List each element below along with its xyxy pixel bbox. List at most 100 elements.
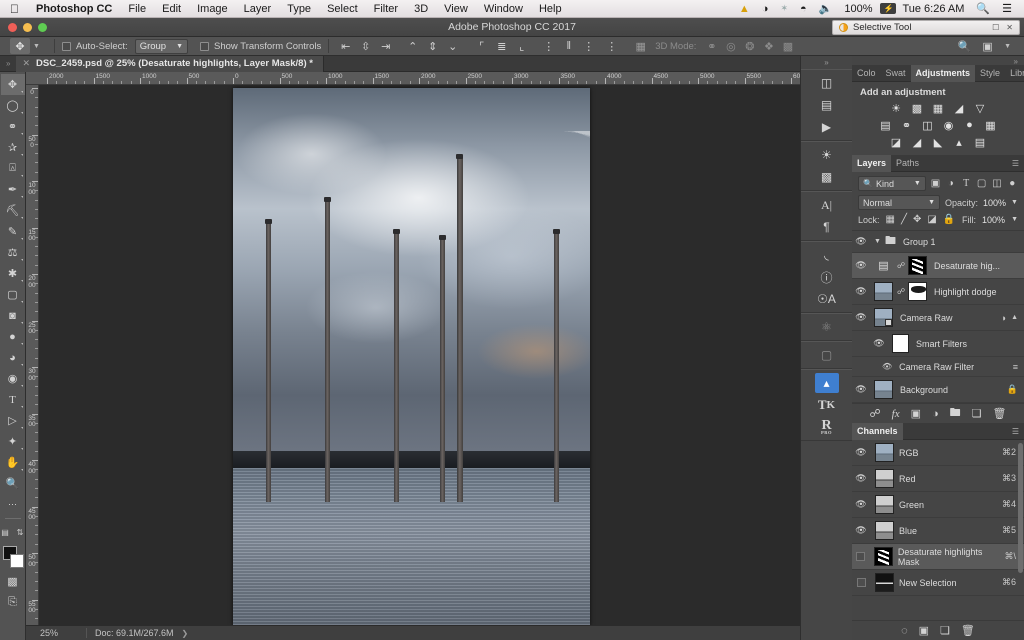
mask-link-icon[interactable]: ☍ bbox=[897, 261, 904, 270]
levels-icon[interactable]: ▩ bbox=[909, 101, 925, 115]
hue-saturation-icon[interactable]: ▤ bbox=[878, 118, 894, 132]
align-horizontal-centers-icon[interactable]: ⇳ bbox=[356, 38, 375, 55]
layer-mask-thumbnail[interactable] bbox=[908, 256, 927, 275]
lock-image-pixels-icon[interactable]: ╱ bbox=[901, 214, 907, 225]
filter-shape-icon[interactable]: ▢ bbox=[976, 178, 987, 189]
marquee-tool[interactable]: ◯ bbox=[1, 95, 25, 116]
add-layer-mask-icon[interactable]: ▣ bbox=[911, 407, 921, 420]
blur-tool[interactable]: ● bbox=[1, 326, 25, 347]
gradient-tool[interactable]: ◙ bbox=[1, 305, 25, 326]
bluetooth-icon[interactable]: ✶ bbox=[774, 3, 794, 14]
brush-tool[interactable]: ✎ bbox=[1, 221, 25, 242]
channel-mixer-icon[interactable]: ● bbox=[962, 118, 978, 132]
brightness-contrast-icon[interactable]: ☀ bbox=[888, 101, 904, 115]
workspace-chevron-down-icon[interactable]: ▼ bbox=[1001, 43, 1018, 50]
gradient-map-icon[interactable]: ▴ bbox=[951, 135, 967, 149]
tab-color[interactable]: Colo bbox=[852, 65, 881, 82]
distribute-top-icon[interactable]: ⌜ bbox=[472, 38, 491, 55]
menu-filter[interactable]: Filter bbox=[366, 3, 406, 15]
pan-3d-icon[interactable]: ❂ bbox=[740, 38, 759, 55]
smart-filter-visibility-icon[interactable]: ◑ bbox=[1001, 313, 1006, 323]
collapse-panels-icon[interactable]: » bbox=[0, 59, 16, 68]
filter-toggle-icon[interactable]: ● bbox=[1007, 178, 1018, 189]
invert-icon[interactable]: ◪ bbox=[888, 135, 904, 149]
quick-selection-tool[interactable]: ✰ bbox=[1, 137, 25, 158]
wifi-icon[interactable]: ◓ bbox=[794, 3, 813, 15]
channel-visibility-icon[interactable]: 👁 bbox=[852, 499, 870, 510]
layer-row-desaturate-highlights[interactable]: 👁 ▤ ☍ Desaturate hig... bbox=[852, 253, 1024, 279]
align-bottom-edges-icon[interactable]: ⌄ bbox=[443, 38, 462, 55]
layer-filter-kind-dropdown[interactable]: 🔍 Kind ▼ bbox=[858, 176, 926, 191]
channel-visibility-toggle[interactable] bbox=[852, 552, 869, 561]
menu-type[interactable]: Type bbox=[279, 3, 319, 15]
channel-visibility-toggle[interactable] bbox=[852, 578, 870, 587]
filter-type-icon[interactable]: T bbox=[961, 178, 972, 189]
lock-artboard-nesting-icon[interactable]: ◪ bbox=[927, 214, 936, 225]
lock-transparent-pixels-icon[interactable]: ▦ bbox=[886, 214, 895, 225]
lumenzia-panel-icon[interactable]: ⚛ bbox=[815, 317, 839, 337]
tool-preset-chevron-icon[interactable]: ▼ bbox=[30, 43, 47, 50]
history-brush-tool[interactable]: ✱ bbox=[1, 263, 25, 284]
eraser-tool[interactable]: ▢ bbox=[1, 284, 25, 305]
filter-blending-options-icon[interactable]: ≡ bbox=[1013, 362, 1018, 372]
layer-row-camera-raw[interactable]: 👁 Camera Raw ◑ ▲ bbox=[852, 305, 1024, 331]
screen-mode-icon[interactable]: ⎘ bbox=[1, 592, 25, 613]
color-lookup-icon[interactable]: ▦ bbox=[983, 118, 999, 132]
status-chevron-right-icon[interactable]: ❯ bbox=[182, 629, 189, 638]
search-icon[interactable]: 🔍 bbox=[955, 38, 974, 55]
document-image[interactable] bbox=[233, 88, 590, 625]
menu-file[interactable]: File bbox=[120, 3, 154, 15]
photo-filter-icon[interactable]: ◉ bbox=[941, 118, 957, 132]
move-tool[interactable]: ✥ bbox=[1, 74, 25, 95]
apple-logo-icon[interactable]:  bbox=[0, 3, 28, 15]
lock-all-icon[interactable]: 🔒 bbox=[943, 214, 955, 225]
expand-panels-icon[interactable]: » bbox=[801, 56, 853, 69]
align-right-edges-icon[interactable]: ⇥ bbox=[376, 38, 395, 55]
channel-visibility-icon[interactable]: 👁 bbox=[852, 473, 870, 484]
layer-row-camera-raw-filter[interactable]: 👁 Camera Raw Filter ≡ bbox=[852, 357, 1024, 377]
layer-row-background[interactable]: 👁 Background 🔒 bbox=[852, 377, 1024, 403]
spotlight-search-icon[interactable]: 🔍 bbox=[970, 2, 996, 15]
menu-image[interactable]: Image bbox=[189, 3, 236, 15]
show-transform-controls-checkbox[interactable] bbox=[200, 42, 209, 51]
character-panel-icon[interactable]: A| bbox=[815, 195, 839, 215]
filter-adjustment-icon[interactable]: ◑ bbox=[945, 178, 956, 189]
layer-thumbnail[interactable] bbox=[874, 380, 893, 399]
slide-3d-icon[interactable]: ❖ bbox=[759, 38, 778, 55]
warning-triangle-icon[interactable]: ▲ bbox=[733, 3, 756, 15]
tab-swatches[interactable]: Swat bbox=[881, 65, 911, 82]
collapse-filters-chevron-up-icon[interactable]: ▲ bbox=[1011, 314, 1018, 321]
zoom-tool[interactable]: 🔍 bbox=[1, 473, 25, 494]
load-channel-as-selection-icon[interactable]: ◌ bbox=[901, 625, 908, 637]
menu-window[interactable]: Window bbox=[476, 3, 531, 15]
filter-smart-object-icon[interactable]: ◫ bbox=[991, 178, 1002, 189]
raya-pro-panel-icon[interactable]: RPRO bbox=[815, 417, 839, 437]
histogram-icon[interactable]: ▩ bbox=[815, 167, 839, 187]
workspace-icon[interactable]: ▣ bbox=[978, 38, 997, 55]
panel-menu-icon[interactable]: ☰ bbox=[1012, 159, 1024, 168]
roll-3d-icon[interactable]: ◎ bbox=[721, 38, 740, 55]
filter-pixel-icon[interactable]: ▣ bbox=[930, 178, 941, 189]
adjustment-layer-thumbnail[interactable]: ▤ bbox=[874, 256, 893, 275]
delete-channel-icon[interactable]: 🗑 bbox=[961, 624, 975, 637]
channel-visibility-icon[interactable]: 👁 bbox=[852, 525, 870, 536]
selective-tool-floating-panel[interactable]: Selective Tool ☐ ✕ bbox=[832, 20, 1020, 35]
dodge-tool[interactable]: ◕ bbox=[1, 347, 25, 368]
default-colors-icon[interactable]: ▤ bbox=[0, 522, 10, 543]
opacity-value[interactable]: 100% bbox=[983, 198, 1006, 208]
new-group-icon[interactable]: 🖿 bbox=[950, 404, 961, 423]
channel-visibility-icon[interactable]: 👁 bbox=[852, 447, 870, 458]
canvas-area[interactable] bbox=[39, 85, 800, 625]
notification-center-icon[interactable]: ☰ bbox=[996, 2, 1018, 15]
distribute-left-icon[interactable]: ⋮ bbox=[539, 38, 558, 55]
type-tool[interactable]: T bbox=[1, 389, 25, 410]
channels-scrollbar[interactable] bbox=[1018, 443, 1023, 573]
menu-3d[interactable]: 3D bbox=[406, 3, 436, 15]
posterize-icon[interactable]: ◢ bbox=[909, 135, 925, 149]
menu-view[interactable]: View bbox=[436, 3, 476, 15]
battery-icon[interactable]: ⚡ bbox=[880, 3, 896, 14]
channel-row-green[interactable]: 👁 Green ⌘4 bbox=[852, 492, 1024, 518]
layer-row-highlight-dodge[interactable]: 👁 ☍ Highlight dodge bbox=[852, 279, 1024, 305]
restore-icon[interactable]: ☐ bbox=[992, 23, 999, 32]
luminosity-panel-icon[interactable]: ▴ bbox=[815, 373, 839, 393]
